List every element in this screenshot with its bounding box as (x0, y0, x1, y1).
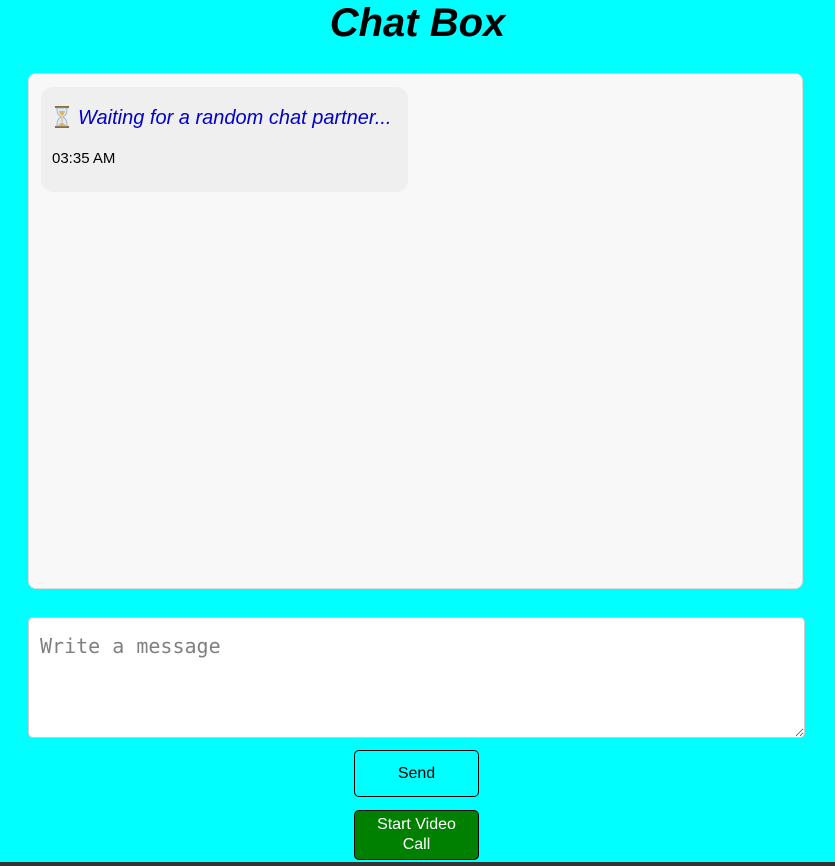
page-title: Chat Box (329, 1, 506, 45)
send-button[interactable]: Send (354, 750, 479, 797)
message-text: Waiting for a random chat partner... (78, 107, 392, 129)
message-timestamp: 03:35 AM (52, 150, 116, 167)
hourglass-icon (55, 106, 69, 128)
chat-messages-panel[interactable]: Waiting for a random chat partner... 03:… (28, 73, 803, 589)
chat-message: Waiting for a random chat partner... 03:… (41, 87, 408, 192)
bottom-border (0, 862, 835, 866)
start-video-call-button[interactable]: Start Video Call (354, 810, 479, 860)
message-input[interactable] (28, 617, 805, 738)
